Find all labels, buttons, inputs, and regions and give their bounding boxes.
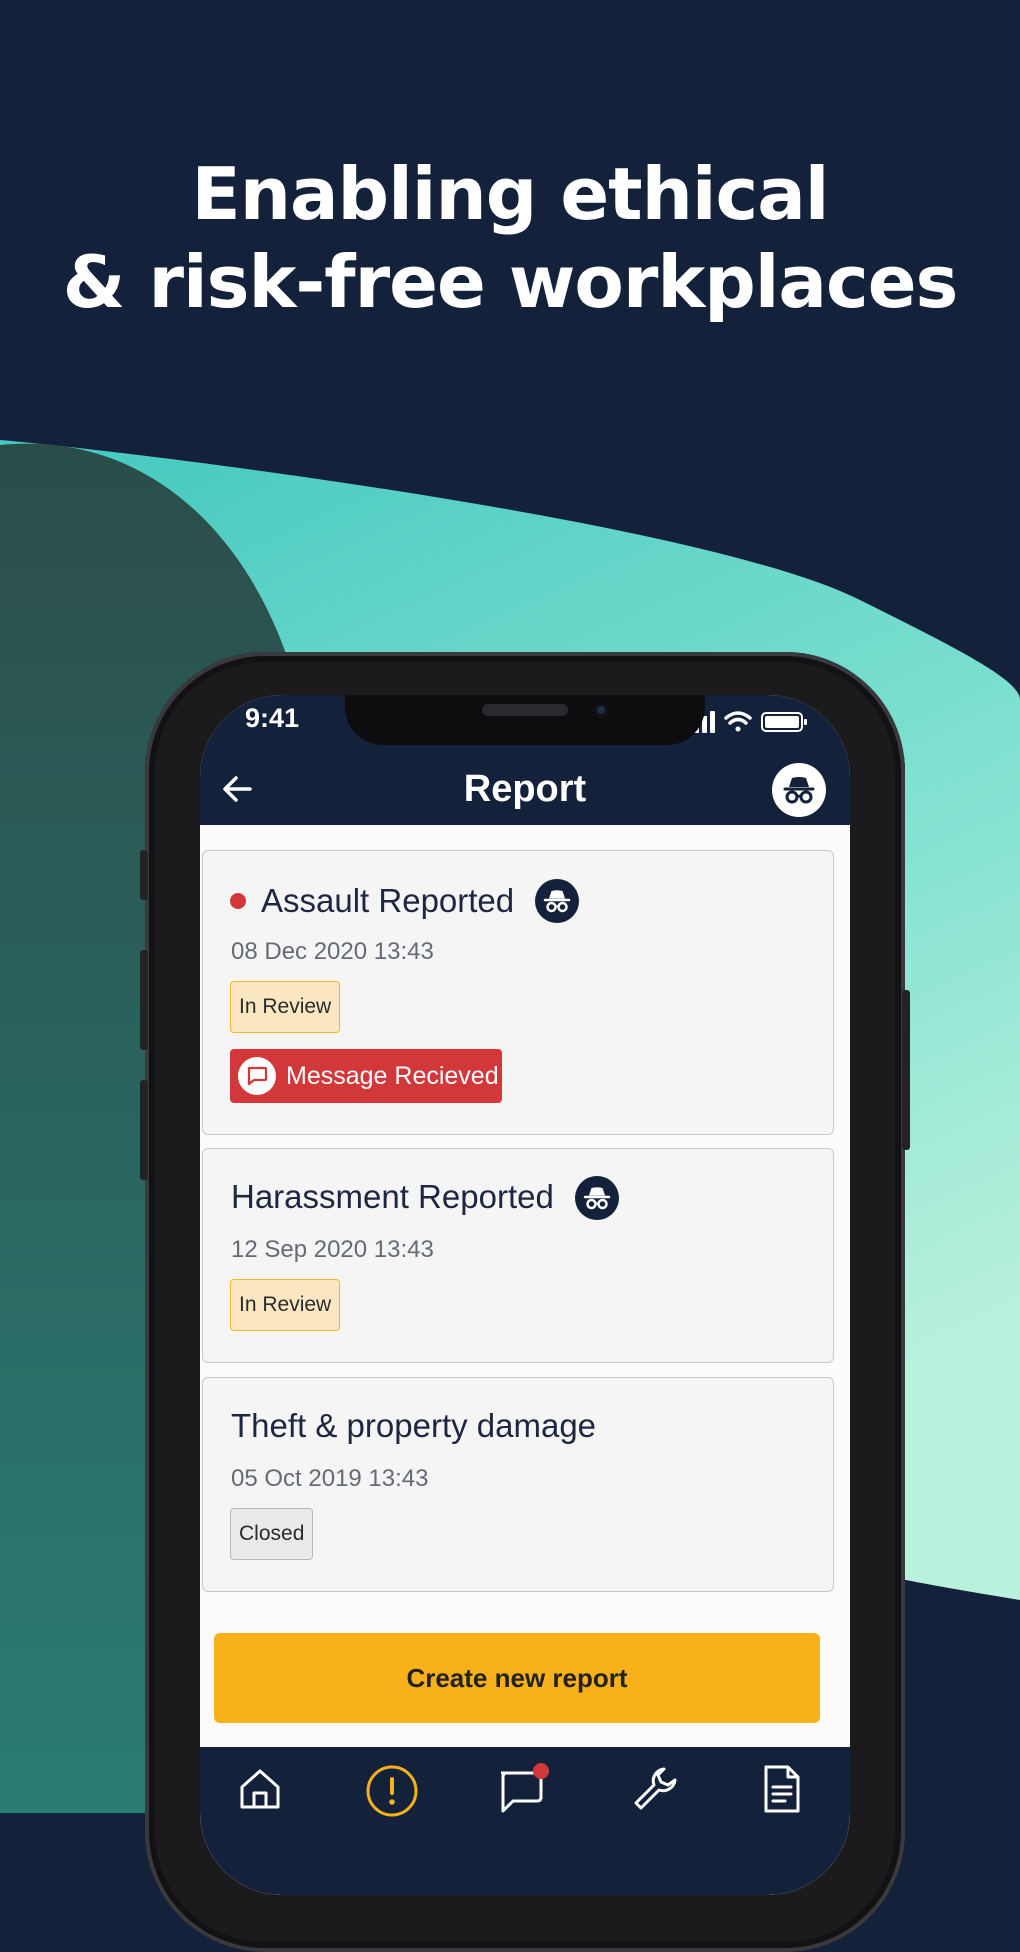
unread-dot [230,893,246,909]
document-icon[interactable] [760,1763,804,1815]
bottom-nav [200,1747,850,1895]
report-alert-icon[interactable] [364,1763,420,1819]
front-camera [593,702,609,718]
notification-dot [533,1763,549,1779]
report-title: Harassment Reported [231,1178,554,1215]
anonymous-badge [535,879,579,923]
report-date: 05 Oct 2019 13:43 [231,1465,429,1492]
report-title: Theft & property damage [231,1407,597,1444]
app-bar: Report [200,755,850,825]
report-date: 12 Sep 2020 13:43 [231,1236,434,1263]
anonymous-mode-button[interactable] [772,763,826,817]
status-badge: Closed [230,1508,314,1560]
phone-screen: 9:41 Report Assault Reported 08 Dec 2020… [200,695,850,1895]
report-card[interactable]: Harassment Reported 12 Sep 2020 13:43 In… [202,1148,834,1363]
chat-bubble-icon [247,1066,268,1086]
phone-mute-switch [140,850,148,900]
battery-icon [761,712,807,732]
status-badge: In Review [230,981,341,1033]
incognito-icon [583,1187,611,1210]
message-label: Message Recieved [286,1062,499,1090]
status-icons [686,711,807,733]
phone-volume-up [140,950,148,1050]
wifi-icon [724,711,752,732]
speaker-grille [482,704,568,716]
report-date: 08 Dec 2020 13:43 [231,938,434,965]
incognito-icon [543,890,571,913]
message-icon-circle [238,1057,276,1095]
phone-power-button [902,990,910,1150]
report-title: Assault Reported [261,882,515,919]
phone-notch [345,695,705,745]
status-badge: In Review [230,1279,341,1331]
phone-volume-down [140,1080,148,1180]
page-title: Report [463,768,587,810]
incognito-icon [783,777,815,804]
home-icon[interactable] [236,1765,284,1813]
status-time: 9:41 [245,703,300,733]
report-card[interactable]: Theft & property damage 05 Oct 2019 13:4… [202,1377,834,1592]
headline-line-2: & risk-free workplaces [62,240,959,324]
chat-icon[interactable] [495,1763,555,1819]
headline-line-1: Enabling ethical [191,152,830,236]
report-card[interactable]: Assault Reported 08 Dec 2020 13:43 In Re… [202,850,834,1135]
create-new-report-button[interactable]: Create new report [214,1633,820,1723]
headline: Enabling ethical & risk-free workplaces [0,150,1020,326]
wrench-icon[interactable] [628,1763,680,1815]
report-list: Assault Reported 08 Dec 2020 13:43 In Re… [200,825,850,1895]
message-received-button[interactable]: Message Recieved [230,1049,502,1103]
anonymous-badge [575,1176,619,1220]
